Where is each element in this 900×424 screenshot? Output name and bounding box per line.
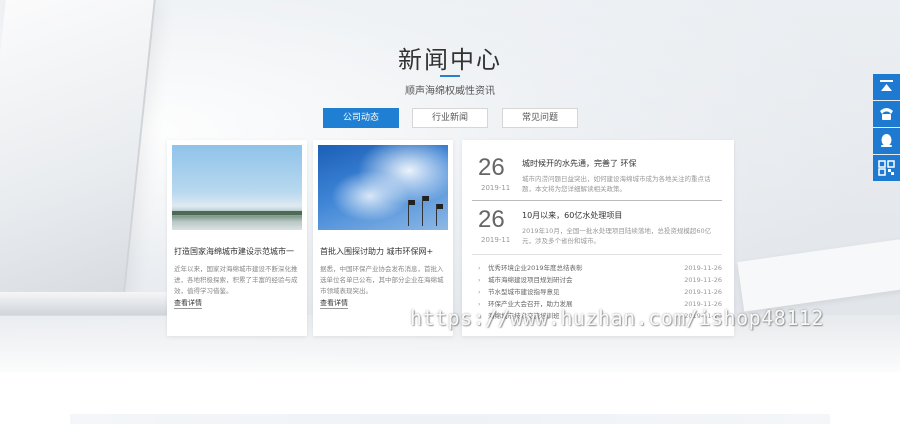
list-item-date: 2019-11-26	[684, 288, 722, 296]
featured-news-1[interactable]: 26 2019-11 城时候开的水先通，完善了 环保 城市内涝问题日益突出，如何…	[472, 154, 724, 200]
news-day: 26	[478, 206, 505, 233]
news-day: 26	[478, 154, 505, 181]
list-item-title[interactable]: 节水型城市建设指导意见	[488, 286, 668, 298]
news-card-title[interactable]: 打造国家海绵城市建设示范城市一	[174, 246, 300, 257]
phone-icon	[880, 108, 893, 120]
qr-code-icon	[878, 160, 895, 176]
flagpole-decoration	[408, 200, 415, 226]
watermark-text: https://www.huzhan.com/ishop48112	[410, 306, 824, 330]
featured-news-title[interactable]: 城时候开的水先通，完善了 环保	[522, 158, 722, 169]
list-item[interactable]: › 优秀环境企业2019年度总结表彰 2019-11-26	[478, 262, 722, 274]
list-item[interactable]: › 节水型城市建设指导意见 2019-11-26	[478, 286, 722, 298]
chevron-right-icon: ›	[478, 264, 481, 272]
divider	[472, 254, 722, 255]
back-to-top-icon	[880, 80, 893, 91]
list-item[interactable]: › 城市海绵建设项目规划研讨会 2019-11-26	[478, 274, 722, 286]
chat-icon	[881, 134, 892, 147]
chat-button[interactable]	[873, 128, 900, 154]
news-card-1[interactable]: 打造国家海绵城市建设示范城市一 近年以来，国家对海绵城市建设不断深化推进，各地积…	[167, 140, 307, 336]
news-year-month: 2019-11	[481, 236, 511, 244]
list-item-date: 2019-11-26	[684, 264, 722, 272]
chevron-right-icon: ›	[478, 288, 481, 296]
news-card-summary: 近年以来，国家对海绵城市建设不断深化推进，各地积极探索，积累了丰富的经验与成效，…	[174, 265, 298, 295]
featured-news-summary: 2019年10月，全国一批水处理项目陆续落地，总投资规模超60亿元，涉及多个省份…	[522, 227, 712, 245]
laptop-image	[0, 0, 156, 300]
section-subtitle: 顺声海绵权威性资讯	[405, 86, 495, 97]
paper-image	[737, 238, 900, 312]
flagpole-decoration	[436, 204, 443, 226]
next-section-strip	[70, 414, 830, 424]
featured-news-title[interactable]: 10月以来，60亿水处理项目	[522, 210, 722, 221]
list-item-title[interactable]: 优秀环境企业2019年度总结表彰	[488, 262, 668, 274]
list-item-date: 2019-11-26	[684, 276, 722, 284]
news-card-title[interactable]: 首批入围探讨助力 城市环保网+	[320, 246, 446, 257]
tab-faq[interactable]: 常见问题	[502, 108, 578, 128]
back-to-top-button[interactable]	[873, 74, 900, 100]
news-card-image[interactable]	[172, 145, 302, 230]
news-year-month: 2019-11	[481, 184, 511, 192]
phone-button[interactable]	[873, 101, 900, 127]
treeline-decoration	[172, 211, 302, 215]
divider	[472, 200, 722, 201]
section-title: 新闻中心	[398, 46, 502, 74]
tab-company-news[interactable]: 公司动态	[323, 108, 399, 128]
chevron-right-icon: ›	[478, 276, 481, 284]
featured-news-2[interactable]: 26 2019-11 10月以来，60亿水处理项目 2019年10月，全国一批水…	[472, 206, 724, 252]
featured-news-summary: 城市内涝问题日益突出，如何建设海绵城市成为各地关注的重点话题，本文将为您详细解读…	[522, 175, 711, 193]
news-card-image[interactable]	[318, 145, 448, 230]
read-more-link[interactable]: 查看详情	[320, 298, 348, 309]
title-underline	[440, 75, 460, 77]
qr-code-button[interactable]	[873, 155, 900, 181]
floating-sidebar	[873, 74, 900, 182]
list-item-title[interactable]: 城市海绵建设项目规划研讨会	[488, 274, 668, 286]
news-card-summary: 据悉，中国环保产业协会发布消息，首批入选单位名单已公布，其中部分企业在海绵城市领…	[320, 265, 444, 295]
tab-industry-news[interactable]: 行业新闻	[412, 108, 488, 128]
flagpole-decoration	[422, 196, 429, 226]
read-more-link[interactable]: 查看详情	[174, 298, 202, 309]
